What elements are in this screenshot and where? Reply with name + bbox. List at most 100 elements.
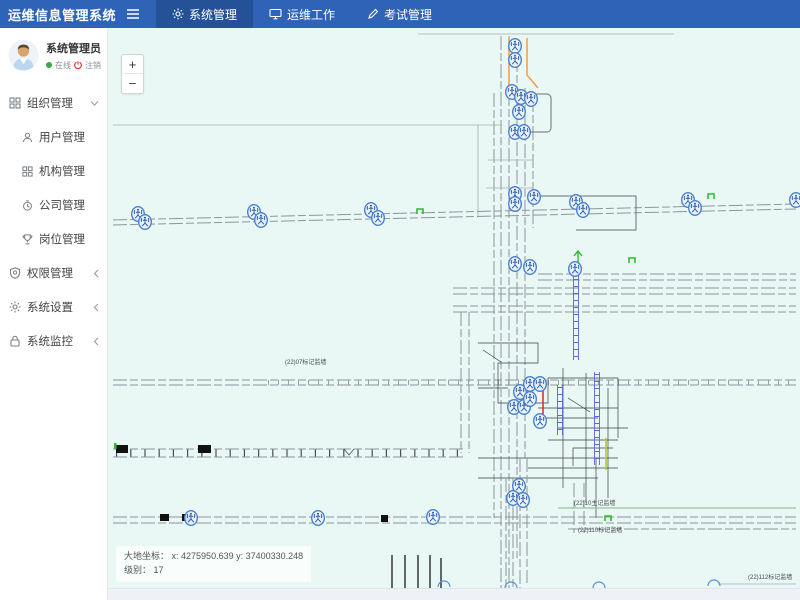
valve-icon[interactable] [509,39,522,54]
valve-icon[interactable] [790,193,800,208]
black-block-feature [198,445,211,453]
valve-icon[interactable] [139,215,152,230]
map-annotation-label: (22)10主记监墙 [574,499,615,507]
monitor-icon [269,8,282,20]
chevron-left-icon [93,269,99,278]
valve-icon[interactable] [185,511,198,526]
green-bracket-mark [605,516,611,521]
sidebar: 系统管理员 在线 注销 组织管理 用户管理 [0,28,108,600]
sidebar-item-user-management[interactable]: 用户管理 [0,120,107,154]
gear-icon [172,8,184,20]
valve-icon[interactable] [577,203,590,218]
zoom-out-button[interactable]: − [122,74,143,93]
lock-icon [9,335,21,347]
valve-icon[interactable] [372,211,385,226]
coord-y-value: y: 37400330.248 [236,551,303,561]
bottom-strip [108,588,800,600]
valve-icon[interactable] [509,197,522,212]
sidebar-item-label: 机构管理 [39,163,99,179]
map-annotation-label: (22)112标记监墙 [748,573,792,581]
sidebar-item-label: 岗位管理 [39,231,99,247]
user-panel: 系统管理员 在线 注销 [0,28,107,82]
chevron-left-icon [93,303,99,312]
sidebar-item-label: 权限管理 [27,265,87,281]
valve-icon[interactable] [524,260,537,275]
valve-icon[interactable] [513,105,526,120]
user-meta: 系统管理员 在线 注销 [46,40,101,71]
cctv-ladder-line [574,270,579,360]
coordinate-readout: 大地坐标： x: 4275950.639 y: 37400330.248 级别：… [116,546,311,582]
sidebar-item-label: 用户管理 [39,129,99,145]
grid-icon [22,166,33,177]
pipeline-map-canvas[interactable]: (22)07标记监墙 (22)10主记监墙 (22)110标记监墙 (22)112标记… [108,28,800,588]
level-value: 17 [154,565,164,575]
cctv-ladder-line [595,372,600,465]
sidebar-item-org-management[interactable]: 组织管理 [0,86,107,120]
pen-icon [367,8,379,20]
valve-icon[interactable] [517,493,530,508]
sidebar-item-institution-management[interactable]: 机构管理 [0,154,107,188]
valve-icon[interactable] [524,392,537,407]
valve-icon[interactable] [518,125,531,140]
gear-icon [9,301,21,313]
valve-icon[interactable] [312,511,325,526]
top-nav: 系统管理 运维工作 考试管理 [156,0,448,28]
avatar[interactable] [8,38,39,72]
arc-feature[interactable] [438,581,450,587]
tab-label: 运维工作 [287,6,335,23]
valve-icon[interactable] [509,53,522,68]
chevron-left-icon [93,337,99,346]
zoom-in-button[interactable]: + [122,55,143,74]
green-bracket-mark [708,194,714,199]
tab-exam-management[interactable]: 考试管理 [351,0,448,28]
sidebar-item-system-settings[interactable]: 系统设置 [0,290,107,324]
tab-system-management[interactable]: 系统管理 [156,0,253,28]
app-header: 运维信息管理系统 系统管理 运维工作 考试管理 [0,0,800,28]
valve-icon[interactable] [689,201,702,216]
valve-icon[interactable] [534,414,547,429]
valve-icon[interactable] [528,190,541,205]
black-block-feature [381,515,388,522]
map-area[interactable]: (22)07标记监墙 (22)10主记监墙 (22)110标记监墙 (22)112标记… [108,28,800,600]
black-block-feature [160,514,169,521]
online-dot-icon [46,62,52,68]
tab-ops-work[interactable]: 运维工作 [253,0,351,28]
map-annotation-label: (22)07标记监墙 [285,358,326,366]
valve-icon[interactable] [569,262,582,277]
arc-feature[interactable] [708,580,720,586]
clock-icon [22,200,33,211]
map-annotation-label: (22)110标记监墙 [578,526,622,534]
sidebar-item-system-monitor[interactable]: 系统监控 [0,324,107,358]
map-zoom-control: + − [121,54,144,94]
black-block-feature [116,445,128,453]
hamburger-icon [126,8,140,20]
logout-label[interactable]: 注销 [85,60,101,71]
map-static-linework [113,34,796,588]
org-submenu: 用户管理 机构管理 公司管理 岗位管理 [0,120,107,256]
valve-icon[interactable] [427,510,440,525]
sidebar-item-label: 系统监控 [27,333,87,349]
valve-icon[interactable] [525,92,538,107]
sidebar-item-permission-management[interactable]: 权限管理 [0,256,107,290]
map-generated-features: (22)07标记监墙 (22)10主记监墙 (22)110标记监墙 (22)112标记… [114,38,800,588]
sidebar-item-label: 公司管理 [39,197,99,213]
user-icon [22,132,33,143]
valve-icon[interactable] [509,257,522,272]
valve-icon[interactable] [255,213,268,228]
grid-icon [9,97,21,109]
cctv-ladder-line [558,385,563,435]
level-line: 级别： 17 [124,564,303,578]
sidebar-item-post-management[interactable]: 岗位管理 [0,222,107,256]
user-name: 系统管理员 [46,40,101,56]
coord-label: 大地坐标： [124,551,169,561]
green-tick-mark [114,443,117,449]
app-title: 运维信息管理系统 [0,0,124,28]
sidebar-item-label: 系统设置 [27,299,87,315]
valve-icon[interactable] [534,377,547,392]
tab-label: 系统管理 [189,6,237,23]
level-label: 级别： [124,565,151,575]
sidebar-item-company-management[interactable]: 公司管理 [0,188,107,222]
logout-power-icon[interactable] [74,61,82,69]
coord-x-value: x: 4275950.639 [172,551,234,561]
menu-toggle-icon[interactable] [124,0,150,28]
